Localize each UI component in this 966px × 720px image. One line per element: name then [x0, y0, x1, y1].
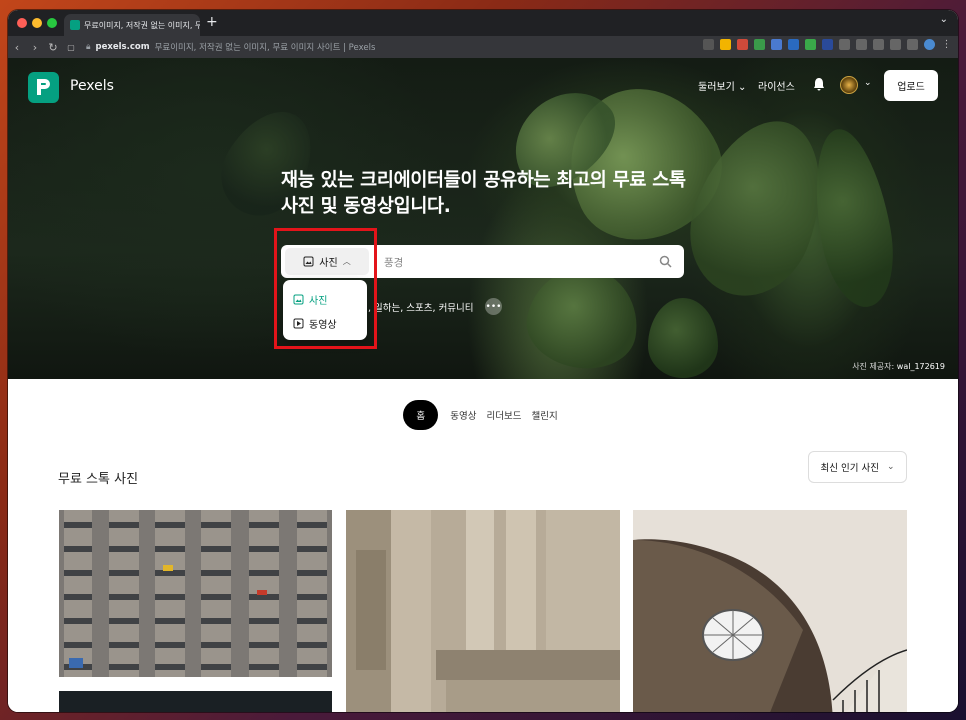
sort-label: 최신 인기 사진: [820, 463, 879, 474]
menu-kebab-icon[interactable]: ⋮: [941, 39, 952, 50]
sort-dropdown[interactable]: 최신 인기 사진 ⌄: [808, 451, 907, 483]
explore-menu[interactable]: 둘러보기 ⌄: [698, 78, 746, 93]
forward-icon[interactable]: ›: [26, 41, 44, 54]
search-input[interactable]: 풍경: [384, 255, 403, 270]
extension-icon[interactable]: [754, 39, 765, 50]
tab-search-icon[interactable]: ⌄: [940, 14, 948, 25]
upload-button[interactable]: 업로드: [884, 70, 938, 101]
hero-headline: 재능 있는 크리에이터들이 공유하는 최고의 무료 스톡 사진 및 동영상입니다…: [281, 170, 686, 217]
extension-icon[interactable]: [737, 39, 748, 50]
brand-name[interactable]: Pexels: [70, 78, 114, 94]
profile-avatar[interactable]: [924, 39, 935, 50]
extensions-puzzle-icon[interactable]: [890, 39, 901, 50]
bell-icon[interactable]: [813, 77, 825, 91]
suggested-tags[interactable]: , 일하는, 스포츠, 커뮤니티: [368, 300, 474, 314]
extension-icons: ⋮: [703, 39, 952, 50]
tab-title: 무료이미지, 저작권 없는 이미지, 무료: [84, 20, 200, 30]
chevron-down-icon: ⌄: [886, 462, 895, 472]
section-title: 무료 스톡 사진: [58, 472, 139, 487]
photo-apartment-building[interactable]: [59, 510, 332, 677]
extension-icon[interactable]: [788, 39, 799, 50]
browser-window: 무료이미지, 저작권 없는 이미지, 무료 × + ⌄ ‹ › ↻ ▢ 🔒︎ p…: [8, 10, 958, 712]
photo-arch-image: [633, 510, 907, 712]
extension-icon[interactable]: [822, 39, 833, 50]
share-icon[interactable]: [703, 39, 714, 50]
license-link[interactable]: 라이선스: [758, 78, 795, 93]
url-page-title: 무료이미지, 저작권 없는 이미지, 무료 이미지 사이트 | Pexels: [154, 43, 376, 53]
tab-challenges[interactable]: 챌린지: [526, 400, 562, 430]
extension-icon[interactable]: [839, 39, 850, 50]
zoom-window-button[interactable]: [47, 18, 57, 28]
notion-extension-icon[interactable]: ▢: [62, 43, 80, 52]
extension-icon[interactable]: [771, 39, 782, 50]
photo-credit[interactable]: 사진 제공자: wal_172619: [852, 361, 945, 372]
highlight-box: [274, 228, 377, 349]
lock-icon: 🔒︎: [86, 42, 91, 52]
photo-ancient-ruins[interactable]: [346, 510, 620, 712]
reload-icon[interactable]: ↻: [44, 41, 62, 54]
new-tab-button[interactable]: +: [206, 14, 218, 30]
photo-ruins-image: [346, 510, 620, 712]
tab-videos[interactable]: 동영상: [445, 400, 481, 430]
more-tags-button[interactable]: •••: [485, 298, 502, 315]
search-icon[interactable]: [659, 255, 672, 268]
extension-icon[interactable]: [805, 39, 816, 50]
bookmark-star-icon[interactable]: [720, 39, 731, 50]
pexels-logo-icon: [37, 79, 50, 95]
browser-tab[interactable]: 무료이미지, 저작권 없는 이미지, 무료 ×: [64, 14, 200, 36]
page: Pexels 둘러보기 ⌄ 라이선스 ⌄ 업로드 재능 있는 크리에이터들이 공…: [8, 58, 958, 712]
pexels-favicon-icon: [70, 20, 80, 30]
close-window-button[interactable]: [17, 18, 27, 28]
photo-dark[interactable]: [59, 691, 332, 712]
download-icon[interactable]: [856, 39, 867, 50]
leaf-image: [648, 298, 718, 378]
address-bar[interactable]: 🔒︎ pexels.com 무료이미지, 저작권 없는 이미지, 무료 이미지 …: [86, 39, 668, 55]
minimize-window-button[interactable]: [32, 18, 42, 28]
leaf-image: [802, 123, 904, 313]
tab-home[interactable]: 홈: [403, 400, 439, 430]
browser-toolbar: ‹ › ↻ ▢ 🔒︎ pexels.com 무료이미지, 저작권 없는 이미지,…: [8, 36, 958, 58]
extension-icon[interactable]: [873, 39, 884, 50]
tab-bar: 무료이미지, 저작권 없는 이미지, 무료 × + ⌄: [8, 10, 958, 36]
chevron-down-icon[interactable]: ⌄: [864, 78, 872, 88]
user-avatar[interactable]: [840, 76, 858, 94]
side-panel-icon[interactable]: [907, 39, 918, 50]
back-icon[interactable]: ‹: [8, 41, 26, 54]
photo-apartment-image: [59, 510, 332, 677]
url-domain: pexels.com: [95, 42, 150, 52]
photo-arch-interior[interactable]: [633, 510, 907, 712]
hero-banner: Pexels 둘러보기 ⌄ 라이선스 ⌄ 업로드 재능 있는 크리에이터들이 공…: [8, 58, 958, 379]
content-tabs: 홈 동영상 리더보드 챌린지: [8, 400, 958, 430]
tab-leaderboard[interactable]: 리더보드: [482, 400, 527, 430]
